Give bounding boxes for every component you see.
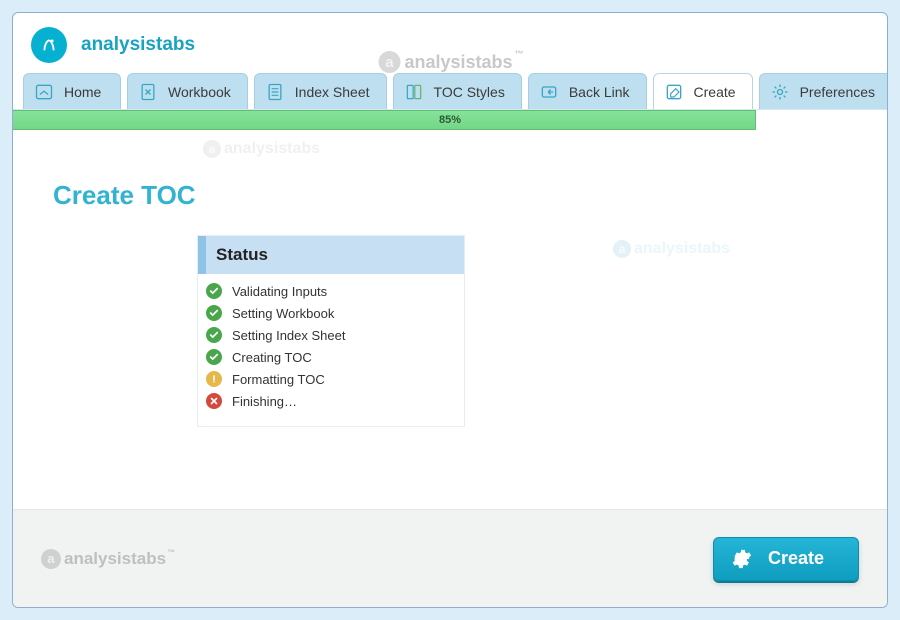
check-icon — [206, 283, 222, 299]
page-title: Create TOC — [13, 130, 887, 211]
status-row-label: Setting Workbook — [232, 306, 334, 321]
brand-logo-icon — [31, 27, 67, 63]
app-window: analysistabs aanalysistabs™ Home Workboo… — [12, 12, 888, 608]
watermark-top: aanalysistabs™ — [378, 51, 521, 73]
create-button-label: Create — [768, 548, 824, 569]
toc-styles-icon — [404, 82, 424, 102]
tab-index-sheet[interactable]: Index Sheet — [254, 73, 387, 109]
status-row: Validating Inputs — [206, 280, 456, 302]
create-button[interactable]: Create — [713, 537, 859, 581]
status-row: Formatting TOC — [206, 368, 456, 390]
status-row-label: Creating TOC — [232, 350, 312, 365]
warning-icon — [206, 371, 222, 387]
check-icon — [206, 349, 222, 365]
status-row: Creating TOC — [206, 346, 456, 368]
status-heading: Status — [198, 236, 464, 274]
watermark-ghost: aanalysistabs — [613, 240, 730, 258]
tab-bar: Home Workbook Index Sheet TOC Styles Bac… — [13, 73, 887, 109]
tab-label: TOC Styles — [434, 84, 505, 100]
check-icon — [206, 327, 222, 343]
gear-icon — [730, 548, 752, 570]
tab-workbook[interactable]: Workbook — [127, 73, 248, 109]
tab-label: Index Sheet — [295, 84, 370, 100]
watermark-footer: aanalysistabs™ — [41, 549, 174, 569]
tab-preferences[interactable]: Preferences — [759, 73, 888, 109]
workbook-icon — [138, 82, 158, 102]
home-icon — [34, 82, 54, 102]
watermark-ghost: aanalysistabs — [203, 140, 320, 158]
status-row-label: Setting Index Sheet — [232, 328, 345, 343]
tab-home[interactable]: Home — [23, 73, 121, 109]
create-icon — [664, 82, 684, 102]
tab-label: Back Link — [569, 84, 630, 100]
header: analysistabs aanalysistabs™ — [13, 13, 887, 73]
progress-label: 85% — [13, 110, 887, 130]
status-row-label: Validating Inputs — [232, 284, 327, 299]
status-panel: Status Validating Inputs Setting Workbook… — [197, 235, 465, 427]
tab-create[interactable]: Create — [653, 73, 753, 109]
tab-back-link[interactable]: Back Link — [528, 73, 647, 109]
error-icon — [206, 393, 222, 409]
progress-bar: 85% — [13, 110, 887, 130]
tab-label: Create — [694, 84, 736, 100]
status-row: Setting Index Sheet — [206, 324, 456, 346]
status-row: Finishing… — [206, 390, 456, 412]
status-row-label: Finishing… — [232, 394, 297, 409]
tab-label: Home — [64, 84, 101, 100]
status-row-label: Formatting TOC — [232, 372, 325, 387]
status-row: Setting Workbook — [206, 302, 456, 324]
index-sheet-icon — [265, 82, 285, 102]
check-icon — [206, 305, 222, 321]
content-area: 85% aanalysistabs aanalysistabs Create T… — [13, 109, 887, 509]
tab-label: Preferences — [800, 84, 875, 100]
gear-icon — [770, 82, 790, 102]
footer: aanalysistabs™ Create — [13, 509, 887, 607]
tab-label: Workbook — [168, 84, 231, 100]
back-link-icon — [539, 82, 559, 102]
brand-title: analysistabs — [81, 34, 195, 56]
tab-toc-styles[interactable]: TOC Styles — [393, 73, 522, 109]
status-list: Validating Inputs Setting Workbook Setting… — [198, 274, 464, 426]
